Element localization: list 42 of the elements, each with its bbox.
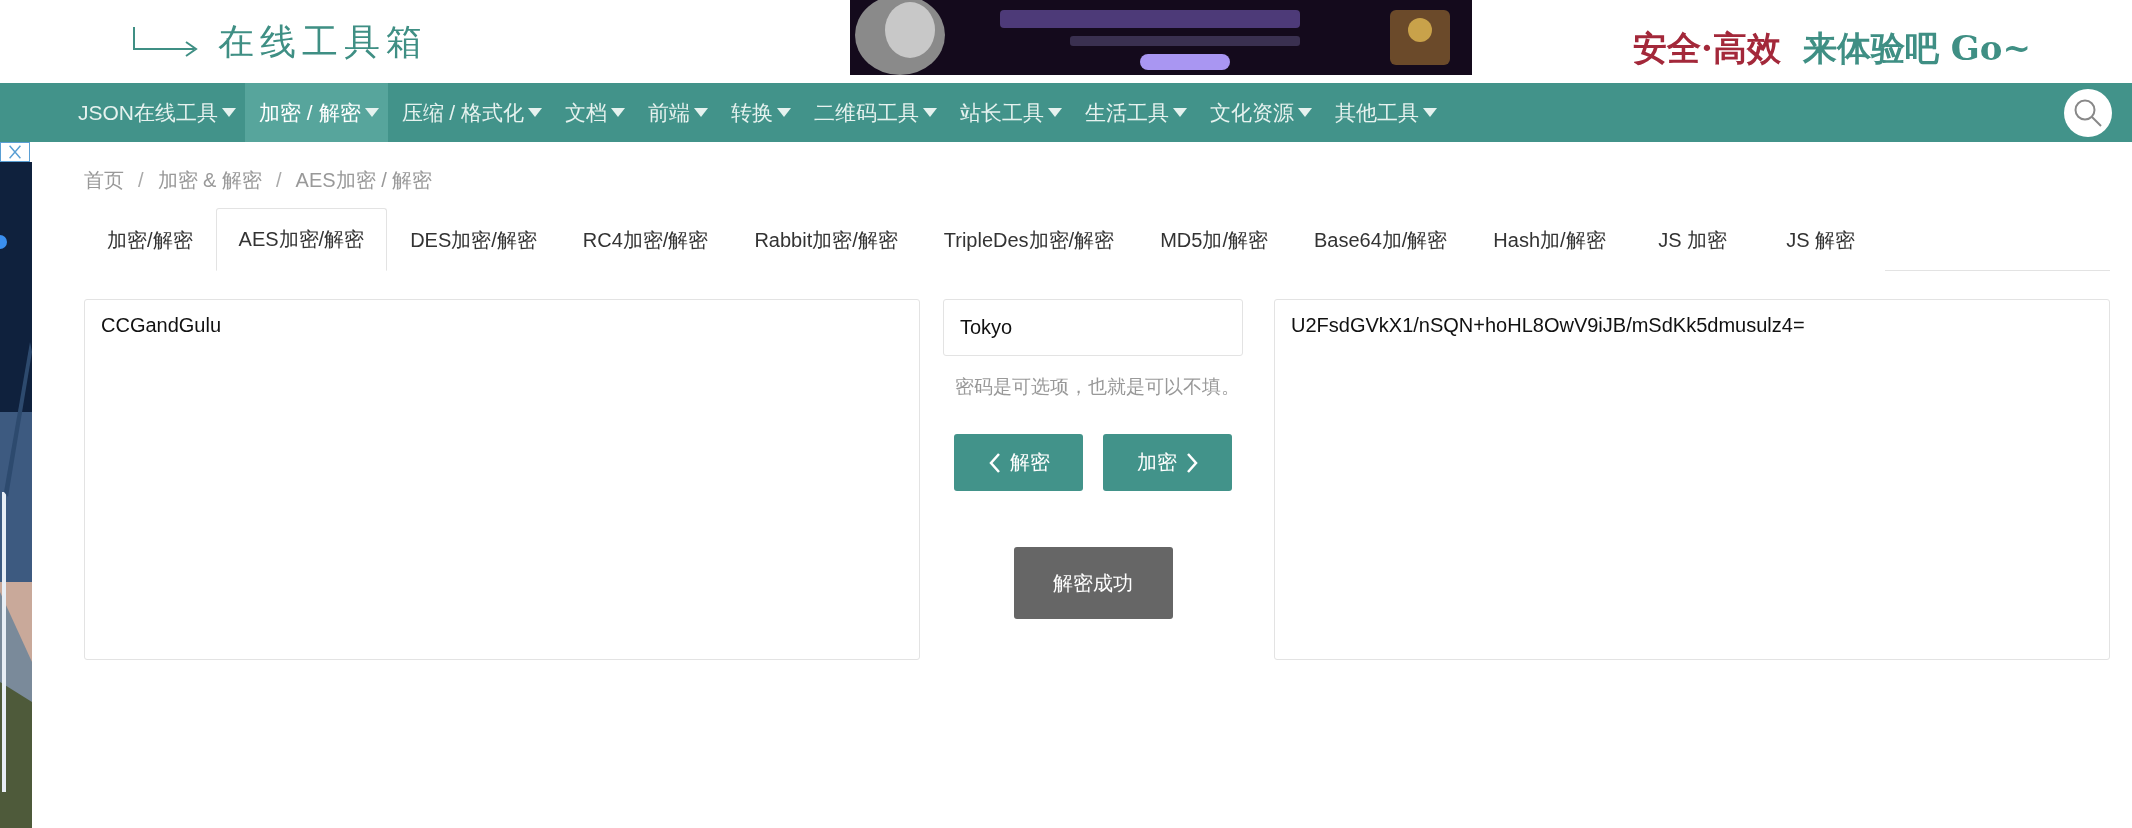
breadcrumb-link[interactable]: 加密 & 解密 xyxy=(157,166,262,194)
breadcrumb-link[interactable]: 首页 xyxy=(84,166,124,194)
search-button[interactable] xyxy=(2064,88,2112,137)
ciphertext-field[interactable]: U2FsdGVkX1/nSQN+hoHL8OwV9iJB/mSdKk5dmusulz4= xyxy=(1274,299,2110,660)
chevron-left-icon xyxy=(987,451,1002,474)
close-icon[interactable] xyxy=(0,142,30,162)
chevron-right-icon xyxy=(1184,451,1199,474)
nav-menu-item[interactable]: 转换 xyxy=(717,83,801,142)
caret-icon xyxy=(222,108,236,117)
hint-text: 密码是可选项，也就是可以不填。 xyxy=(954,375,1240,399)
breadcrumb-separator: / xyxy=(138,168,144,192)
plaintext-field[interactable]: CCGandGulu xyxy=(84,299,920,660)
caret-icon xyxy=(1298,108,1313,117)
slogan-text: 来体验吧 Go~ xyxy=(1802,27,2031,70)
nav-menu-item[interactable]: 加密 / 解密 xyxy=(245,83,388,142)
caret-icon xyxy=(777,108,792,117)
caret-icon xyxy=(611,108,626,117)
nav-menu-item[interactable]: 站长工具 xyxy=(946,83,1072,142)
breadcrumb-separator: / xyxy=(276,168,282,192)
nav-menu-item[interactable]: 其他工具 xyxy=(1321,83,1447,142)
nav-menu-item[interactable]: 生活工具 xyxy=(1071,83,1197,142)
caret-icon xyxy=(1173,108,1188,117)
nav-menu-item[interactable]: 二维码工具 xyxy=(800,83,947,142)
caret-icon xyxy=(1423,108,1438,117)
caret-icon xyxy=(923,108,938,117)
tab[interactable]: AES加密/解密 xyxy=(215,208,388,271)
encrypt-button[interactable]: 加密 xyxy=(1103,434,1232,491)
caret-icon xyxy=(528,108,543,117)
search-icon xyxy=(2073,97,2103,128)
slogan-text: 安全·高效 xyxy=(1633,27,1781,70)
caret-icon xyxy=(1048,108,1063,117)
nav-menu-item[interactable]: 前端 xyxy=(634,83,718,142)
nav-menu-item[interactable]: 文档 xyxy=(551,83,635,142)
nav-menu-item[interactable]: 文化资源 xyxy=(1196,83,1322,142)
caret-icon xyxy=(694,108,709,117)
logo-subtitle: 在线工具箱 xyxy=(218,20,428,64)
nav-menu-item[interactable]: 压缩 / 格式化 xyxy=(387,83,552,142)
key-field[interactable]: Tokyo xyxy=(943,299,1243,356)
caret-icon xyxy=(364,108,379,117)
breadcrumb-link[interactable]: AES加密 / 解密 xyxy=(295,166,433,194)
nav-menu-item[interactable]: JSON在线工具 xyxy=(64,83,245,142)
decrypt-button[interactable]: 解密 xyxy=(954,434,1083,491)
